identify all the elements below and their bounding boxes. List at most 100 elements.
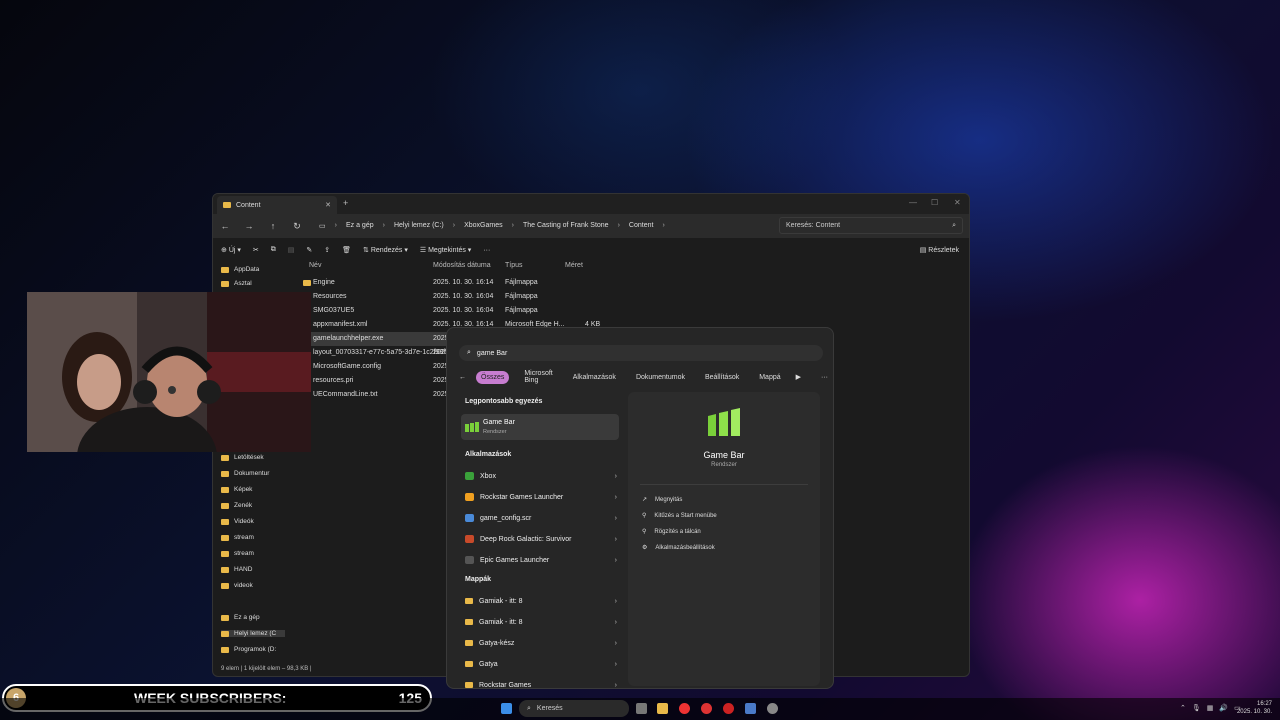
filter-bing[interactable]: Microsoft Bing xyxy=(519,367,557,387)
best-match-game-bar[interactable]: Game Bar Rendszer xyxy=(461,414,619,440)
file-explorer-icon[interactable] xyxy=(657,703,668,714)
back-icon[interactable]: ← xyxy=(459,374,466,381)
taskbar-search[interactable]: ⌕ Keresés xyxy=(519,700,629,717)
sidebar-item[interactable]: AppData xyxy=(221,266,259,273)
back-icon[interactable]: ← xyxy=(213,221,237,231)
delete-icon[interactable]: 🗑 xyxy=(342,246,351,254)
sidebar-item[interactable]: Képek xyxy=(221,486,252,493)
volume-icon[interactable]: 🔊 xyxy=(1219,704,1228,712)
close-tab-icon[interactable]: ✕ xyxy=(325,201,331,209)
mic-icon[interactable]: 🎙 xyxy=(1192,704,1201,712)
breadcrumb-content[interactable]: Content xyxy=(629,222,654,229)
filter-all[interactable]: Összes xyxy=(476,370,510,384)
col-name[interactable]: Név xyxy=(309,262,321,269)
folder-result[interactable]: Gatya-kész › xyxy=(465,633,617,653)
chevron-right-icon[interactable]: › xyxy=(615,557,617,564)
chevron-right-icon[interactable]: › xyxy=(615,682,617,689)
app-icon[interactable] xyxy=(745,703,756,714)
chevron-right-icon[interactable]: › xyxy=(615,515,617,522)
action-open[interactable]: ↗ Megnyitás xyxy=(642,496,682,504)
folder-result[interactable]: Gamiak - itt: 8 › xyxy=(465,612,617,632)
windows-start-icon[interactable] xyxy=(501,703,512,714)
col-date[interactable]: Módosítás dátuma xyxy=(433,262,491,269)
filter-apps[interactable]: Alkalmazások xyxy=(568,371,621,384)
search-input[interactable]: Keresés: Content ⌕ xyxy=(779,217,963,234)
file-name: Engine xyxy=(313,279,335,286)
action-pin-start[interactable]: ⚲ Kitűzés a Start menübe xyxy=(642,512,717,520)
sidebar-item[interactable]: Helyi lemez (C xyxy=(221,630,285,637)
app-result[interactable]: game_config.scr › xyxy=(465,508,617,528)
network-icon[interactable]: ▦ xyxy=(1207,704,1214,712)
folder-result[interactable]: Rockstar Games › xyxy=(465,675,617,689)
filter-folders[interactable]: Mappá xyxy=(754,371,785,384)
settings-icon[interactable] xyxy=(767,703,778,714)
chevron-right-icon[interactable]: › xyxy=(615,536,617,543)
copy-icon[interactable]: ⧉ xyxy=(271,246,276,254)
cut-icon[interactable]: ✂ xyxy=(253,246,259,254)
sidebar-item[interactable]: Asztal xyxy=(221,280,252,287)
breadcrumb-this-pc[interactable]: Ez a gép xyxy=(346,222,374,229)
up-icon[interactable]: ↑ xyxy=(261,221,285,231)
minimize-button[interactable]: — xyxy=(909,198,917,207)
chevron-right-icon[interactable]: › xyxy=(615,473,617,480)
forward-icon[interactable]: → xyxy=(237,221,261,231)
sidebar-item[interactable]: Dokumentur xyxy=(221,470,269,477)
maximize-button[interactable]: ☐ xyxy=(931,198,938,207)
sidebar-item[interactable]: Letöltések xyxy=(221,454,264,461)
tab-content[interactable]: Content ✕ xyxy=(217,196,337,214)
action-pin-taskbar[interactable]: ⚲ Rögzítés a tálcán xyxy=(642,528,701,536)
refresh-icon[interactable]: ↻ xyxy=(285,221,309,232)
sidebar-item[interactable]: stream xyxy=(221,534,254,541)
new-tab-button[interactable]: + xyxy=(343,198,348,208)
filter-settings[interactable]: Beállítások xyxy=(700,371,744,384)
app-result[interactable]: Rockstar Games Launcher › xyxy=(465,487,617,507)
action-app-settings[interactable]: ⚙ Alkalmazásbeállítások xyxy=(642,544,715,552)
task-view-icon[interactable] xyxy=(636,703,647,714)
folder-result[interactable]: Gatya › xyxy=(465,654,617,674)
chevron-right-icon[interactable]: › xyxy=(615,494,617,501)
browser-icon[interactable] xyxy=(679,703,690,714)
col-size[interactable]: Méret xyxy=(565,262,583,269)
close-button[interactable]: ✕ xyxy=(954,198,961,207)
app-result[interactable]: Epic Games Launcher › xyxy=(465,550,617,570)
record-icon[interactable] xyxy=(723,703,734,714)
chevron-right-icon[interactable]: › xyxy=(615,598,617,605)
sidebar-item[interactable]: videok xyxy=(221,582,253,589)
sidebar-item[interactable]: HAND xyxy=(221,566,252,573)
chevron-right-icon[interactable]: › xyxy=(615,619,617,626)
folder-result[interactable]: Gamiak - itt: 8 › xyxy=(465,591,617,611)
details-button[interactable]: ▤ Részletek xyxy=(920,246,959,254)
breadcrumb-game[interactable]: The Casting of Frank Stone xyxy=(523,222,609,229)
chevron-right-icon[interactable]: › xyxy=(615,661,617,668)
breadcrumb-local-disk[interactable]: Helyi lemez (C:) xyxy=(394,222,444,229)
sidebar-item[interactable]: Videók xyxy=(221,518,254,525)
start-search-input[interactable]: ⌕ game Bar xyxy=(459,345,823,361)
sidebar-item[interactable]: Programok (D: xyxy=(221,646,276,653)
sidebar-item[interactable]: stream xyxy=(221,550,254,557)
sidebar-item[interactable]: Zenék xyxy=(221,502,252,509)
more-icon[interactable]: ··· xyxy=(483,247,490,254)
table-row[interactable]: Engine 2025. 10. 30. 16:14 Fájlmappa xyxy=(303,276,643,290)
table-row[interactable]: SMG037UE5 2025. 10. 30. 16:04 Fájlmappa xyxy=(303,304,643,318)
breadcrumb-xboxgames[interactable]: XboxGames xyxy=(464,222,503,229)
chevron-right-icon[interactable]: › xyxy=(615,640,617,647)
share-icon[interactable]: ⇪ xyxy=(324,246,330,254)
sidebar-item[interactable]: Ez a gép xyxy=(221,614,260,621)
sort-button[interactable]: ⇅ Rendezés ▾ xyxy=(363,246,408,254)
rename-icon[interactable]: ✎ xyxy=(306,246,312,254)
folder-icon xyxy=(221,518,229,525)
address-bar[interactable]: ▭ › Ez a gép › Helyi lemez (C:) › XboxGa… xyxy=(313,217,773,234)
col-type[interactable]: Típus xyxy=(505,262,523,269)
app-result[interactable]: Deep Rock Galactic: Survivor › xyxy=(465,529,617,549)
clock[interactable]: 16:27 2025. 10. 30. xyxy=(1237,700,1272,716)
paste-icon[interactable]: ▤ xyxy=(288,246,295,254)
new-button[interactable]: ⊕ Új ▾ xyxy=(221,246,241,254)
chevron-up-icon[interactable]: ⌃ xyxy=(1180,704,1186,712)
app-icon[interactable] xyxy=(701,703,712,714)
view-button[interactable]: ☰ Megtekintés ▾ xyxy=(420,246,471,254)
filter-documents[interactable]: Dokumentumok xyxy=(631,371,690,384)
more-icon[interactable]: ··· xyxy=(821,374,828,381)
table-row[interactable]: Resources 2025. 10. 30. 16:04 Fájlmappa xyxy=(303,290,643,304)
play-icon[interactable]: ▶ xyxy=(796,373,801,381)
app-result[interactable]: Xbox › xyxy=(465,466,617,486)
